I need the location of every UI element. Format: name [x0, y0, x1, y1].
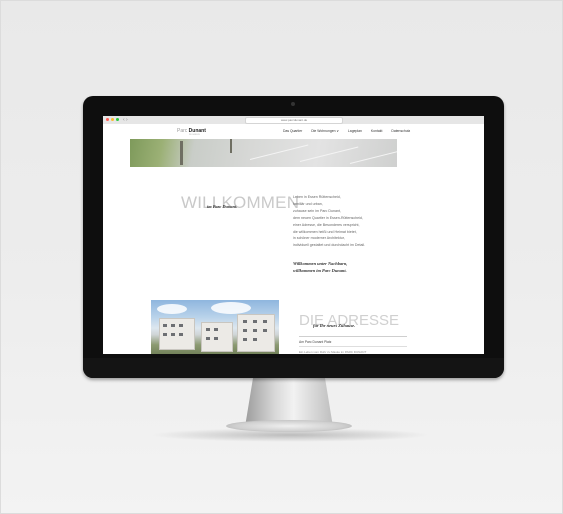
- divider: [299, 336, 407, 337]
- parking-line: [349, 150, 397, 164]
- site-header: Parc Dunant WOHNEN Das Quartier Die Wohn…: [103, 124, 484, 139]
- nav-item-datenschutz[interactable]: Datenschutz: [391, 129, 410, 133]
- monitor-screen: ‹ › www.parcdunant.de Parc Dunant WOHNEN…: [103, 116, 484, 354]
- building-window: [171, 333, 175, 336]
- nav-item-quartier[interactable]: Das Quartier: [283, 129, 302, 133]
- welcome-line: dem neuen Quartier in Essen-Rüttenscheid…: [293, 215, 363, 220]
- building-photo: [151, 300, 279, 354]
- address-bar[interactable]: www.parcdunant.de: [245, 117, 343, 124]
- welcome-heading: WILLKOMMEN: [181, 193, 300, 212]
- building-window: [253, 329, 257, 332]
- welcome-line: einer Adresse, die Besonderes verspricht…: [293, 222, 360, 227]
- address-subheading: für Ihr neues Zuhause.: [313, 323, 356, 328]
- tagline-line: willkommen im Parc Dunant.: [293, 268, 347, 273]
- welcome-subheading: im Parc Dunant.: [207, 204, 238, 209]
- welcome-line: familiär und urban,: [293, 201, 323, 206]
- building-window: [179, 324, 183, 327]
- cloud: [157, 304, 187, 314]
- address-description: Ein Leben vom Ruhr zu Maske im PARC DUNA…: [299, 350, 367, 354]
- cloud: [211, 302, 251, 314]
- nav-item-wohnungen[interactable]: Die Wohnungen ∨: [311, 129, 339, 133]
- back-forward-icon[interactable]: ‹ ›: [123, 116, 128, 124]
- divider: [299, 346, 407, 347]
- building-window: [214, 328, 218, 331]
- monitor-chin: [83, 358, 504, 378]
- building-window: [179, 333, 183, 336]
- building-window: [163, 324, 167, 327]
- building-window: [206, 337, 210, 340]
- parking-line: [249, 144, 309, 160]
- monitor-stand-base: [226, 420, 352, 432]
- welcome-line: zuhause sein im Parc Dunant,: [293, 208, 341, 213]
- logo-prefix: Parc: [177, 128, 188, 134]
- address-line: Am Parc Dunant Platz: [299, 340, 332, 344]
- hero-tree: [230, 139, 232, 153]
- nav-item-kontakt[interactable]: Kontakt: [371, 129, 383, 133]
- building-window: [214, 337, 218, 340]
- hero-image: [130, 139, 397, 167]
- parking-line: [299, 146, 359, 162]
- building-window: [206, 328, 210, 331]
- welcome-line: individuell gestaltet und durchdacht im …: [293, 243, 366, 248]
- building-window: [171, 324, 175, 327]
- hero-tree: [180, 141, 183, 165]
- monitor-stand-neck: [245, 378, 333, 422]
- logo-subtitle: WOHNEN: [189, 134, 200, 136]
- building-window: [243, 338, 247, 341]
- welcome-text: Leben in Essen Rüttenscheid, familiär un…: [293, 194, 405, 249]
- minimize-window-icon[interactable]: [111, 118, 114, 121]
- building-window: [263, 320, 267, 323]
- building-window: [253, 320, 257, 323]
- welcome-line: die willkommen heißt und Heimat bietet,: [293, 229, 357, 234]
- building-window: [243, 320, 247, 323]
- camera-icon: [291, 102, 295, 106]
- building-window: [263, 329, 267, 332]
- maximize-window-icon[interactable]: [116, 118, 119, 121]
- nav-item-lageplan[interactable]: Lageplan: [348, 129, 362, 133]
- close-window-icon[interactable]: [106, 118, 109, 121]
- building-window: [243, 329, 247, 332]
- main-nav: Das Quartier Die Wohnungen ∨ Lageplan Ko…: [283, 129, 410, 133]
- welcome-line: in schöner moderner Architektur,: [293, 236, 345, 241]
- tagline-line: Willkommen unter Nachbarn,: [293, 261, 348, 266]
- building-window: [163, 333, 167, 336]
- building-window: [253, 338, 257, 341]
- welcome-line: Leben in Essen Rüttenscheid,: [293, 195, 341, 199]
- welcome-tagline: Willkommen unter Nachbarn, willkommen im…: [293, 260, 347, 274]
